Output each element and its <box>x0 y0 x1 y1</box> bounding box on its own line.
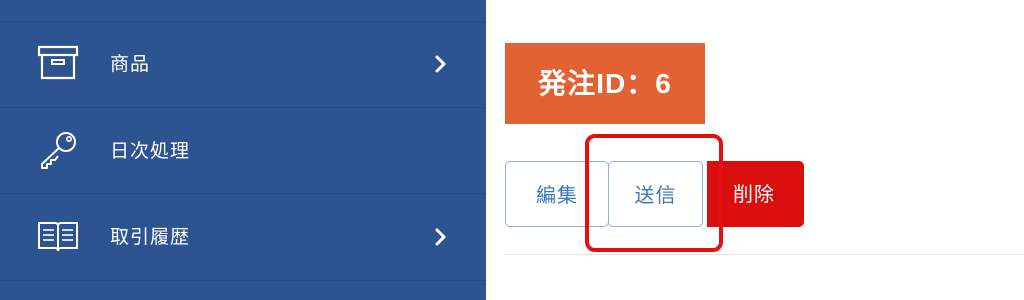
key-icon <box>36 130 80 170</box>
sidebar-item-label: 商品 <box>110 53 151 75</box>
sidebar-item-products[interactable]: 商品 <box>0 21 486 107</box>
send-button-highlight <box>585 134 723 252</box>
main-content: 発注ID：6 削除 編集 送信 <box>486 0 1024 300</box>
chevron-right-icon <box>430 226 450 248</box>
sidebar: 商品 日次処理 取引履歴 <box>0 0 486 300</box>
chevron-right-icon <box>430 53 450 75</box>
sidebar-divider <box>0 280 486 281</box>
sidebar-item-label: 日次処理 <box>110 140 191 162</box>
archive-box-icon <box>36 43 80 83</box>
sidebar-item-transaction-history[interactable]: 取引履歴 <box>0 194 486 280</box>
divider <box>505 254 1024 255</box>
sidebar-item-daily-processing[interactable]: 日次処理 <box>0 108 486 194</box>
page-title: 発注ID：6 <box>505 43 705 124</box>
open-book-icon <box>36 216 80 256</box>
sidebar-item-label: 取引履歴 <box>110 226 191 248</box>
